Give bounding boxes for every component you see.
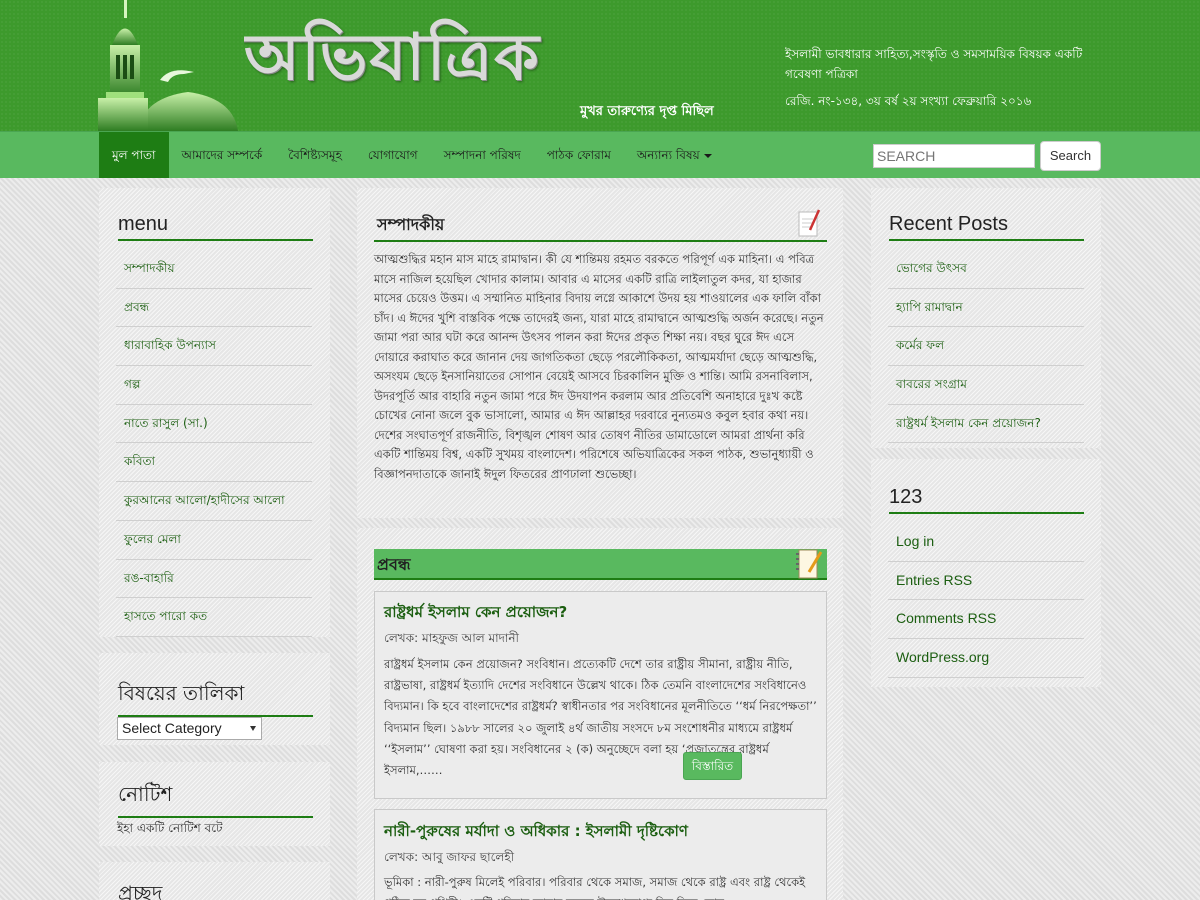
menu-item-poems[interactable]: কবিতা bbox=[116, 443, 312, 483]
recent-posts-title: Recent Posts bbox=[889, 213, 1084, 241]
recent-posts-list: ভোগের উৎসব হ্যাপি রামাদ্বান কর্মের ফল বা… bbox=[888, 250, 1084, 444]
search-button[interactable]: Search bbox=[1040, 141, 1101, 171]
site-logo-text[interactable]: অভিযাত্রিক bbox=[244, 18, 739, 98]
caret-down-icon bbox=[703, 153, 712, 158]
recent-post-link[interactable]: হ্যাপি রামাদ্বান bbox=[888, 289, 1084, 328]
post-title-link[interactable]: রাষ্ট্রধর্ম ইসলাম কেন প্রয়োজন? bbox=[384, 601, 567, 626]
nav-menu: মুল পাতা আমাদের সম্পর্কে বৈশিষ্ট্যসমূহ য… bbox=[99, 132, 725, 178]
post-author: লেখক: আবু জাফর ছালেহী bbox=[384, 850, 515, 864]
cover-widget-title: প্রচ্ছদ bbox=[118, 881, 163, 900]
menu-item-articles[interactable]: প্রবন্ধ bbox=[116, 289, 312, 328]
post-author: লেখক: মাহফুজ আল মাদানী bbox=[384, 631, 519, 645]
notice-widget-title: নোটিশ bbox=[118, 780, 313, 818]
nav-item-reader-forum[interactable]: পাঠক ফোরাম bbox=[534, 132, 624, 178]
meta-link-wordpress[interactable]: WordPress.org bbox=[888, 639, 1084, 678]
pen-paper-icon bbox=[797, 208, 823, 246]
recent-post-link[interactable]: বাবরের সংগ্রাম bbox=[888, 366, 1084, 405]
recent-post-link[interactable]: কর্মের ফল bbox=[888, 327, 1084, 367]
menu-item-quran-hadith[interactable]: কুরআনের আলো/হাদীসের আলো bbox=[116, 482, 312, 521]
nav-item-home[interactable]: মুল পাতা bbox=[99, 132, 169, 178]
nav-item-editorial-board[interactable]: সম্পাদনা পরিষদ bbox=[431, 132, 534, 178]
notebook-icon bbox=[795, 548, 823, 590]
editorial-section-title: সম্পাদকীয় bbox=[374, 209, 827, 242]
main-navbar: মুল পাতা আমাদের সম্পর্কে বৈশিষ্ট্যসমূহ য… bbox=[0, 131, 1200, 178]
post-excerpt: ভূমিকা : নারী-পুরুষ মিলেই পরিবার। পরিবার… bbox=[384, 875, 806, 900]
post-title-link[interactable]: নারী-পুরুষের মর্যাদা ও অধিকার : ইসলামী দ… bbox=[384, 820, 688, 845]
registration-info: রেজি. নং-১৩৪, ৩য় বর্ষ ২য় সংখ্যা ফেব্রু… bbox=[785, 94, 1032, 108]
site-header: অভিযাত্রিক মুখর তারুণ্যের দৃপ্ত মিছিল ইস… bbox=[0, 0, 1200, 131]
recent-post-link[interactable]: ভোগের উৎসব bbox=[888, 250, 1084, 289]
menu-item-humor[interactable]: হাসতে পারো কত bbox=[116, 598, 312, 637]
site-description: ইসলামী ভাবধারার সাহিত্য,সংস্কৃতি ও সমসাম… bbox=[785, 47, 1083, 81]
search-input[interactable] bbox=[873, 144, 1035, 168]
nav-item-other-topics-label: অন্যান্য বিষয় bbox=[636, 148, 700, 162]
mosque-logo-icon bbox=[98, 0, 238, 131]
editorial-body: আত্মশুদ্ধির মহান মাস মাহে রামাদ্বান। কী … bbox=[374, 252, 824, 481]
menu-item-serial-novel[interactable]: ধারাবাহিক উপন্যাস bbox=[116, 327, 312, 367]
post-card: নারী-পুরুষের মর্যাদা ও অধিকার : ইসলামী দ… bbox=[374, 809, 827, 900]
recent-post-link[interactable]: রাষ্ট্রধর্ম ইসলাম কেন প্রয়োজন? bbox=[888, 405, 1084, 444]
meta-link-comments-rss[interactable]: Comments RSS bbox=[888, 600, 1084, 640]
menu-item-naat[interactable]: নাতে রাসুল (সা.) bbox=[116, 405, 312, 444]
menu-item-stories[interactable]: গল্প bbox=[116, 366, 312, 405]
menu-item-colorful[interactable]: রঙ-বাহারি bbox=[116, 560, 312, 599]
meta-widget: 123 Log in Entries RSS Comments RSS Word… bbox=[871, 459, 1101, 687]
meta-widget-title: 123 bbox=[889, 486, 1084, 514]
dropdown-arrow-icon bbox=[250, 726, 256, 731]
meta-links-list: Log in Entries RSS Comments RSS WordPres… bbox=[888, 523, 1084, 678]
meta-link-entries-rss[interactable]: Entries RSS bbox=[888, 562, 1084, 601]
menu-widget-title: menu bbox=[118, 213, 313, 241]
category-menu: সম্পাদকীয় প্রবন্ধ ধারাবাহিক উপন্যাস গল্… bbox=[116, 250, 312, 637]
cover-widget: প্রচ্ছদ bbox=[99, 862, 330, 900]
notice-text: ইহা একটি নোটিশ বটে bbox=[117, 821, 223, 835]
meta-link-login[interactable]: Log in bbox=[888, 523, 1084, 562]
articles-section-title: প্রবন্ধ bbox=[374, 549, 827, 580]
menu-item-editorial[interactable]: সম্পাদকীয় bbox=[116, 250, 312, 289]
articles-title-text: প্রবন্ধ bbox=[377, 555, 411, 574]
recent-posts-widget: Recent Posts ভোগের উৎসব হ্যাপি রামাদ্বান… bbox=[871, 188, 1101, 448]
category-widget-title: বিষয়ের তালিকা bbox=[118, 679, 313, 717]
post-excerpt: রাষ্ট্রধর্ম ইসলাম কেন প্রয়োজন? সংবিধান।… bbox=[384, 657, 817, 778]
category-select-value: Select Category bbox=[122, 720, 222, 736]
nav-item-features[interactable]: বৈশিষ্ট্যসমূহ bbox=[275, 132, 355, 178]
editorial-title-text: সম্পাদকীয় bbox=[377, 215, 445, 234]
site-tagline: মুখর তারুণ্যের দৃপ্ত মিছিল bbox=[580, 104, 714, 119]
category-select[interactable]: Select Category bbox=[117, 717, 262, 740]
nav-item-contact[interactable]: যোগাযোগ bbox=[355, 132, 431, 178]
read-more-button[interactable]: বিস্তারিত bbox=[683, 752, 742, 780]
nav-item-about[interactable]: আমাদের সম্পর্কে bbox=[169, 132, 276, 178]
menu-widget: menu সম্পাদকীয় প্রবন্ধ ধারাবাহিক উপন্যা… bbox=[99, 188, 330, 637]
nav-item-other-topics[interactable]: অন্যান্য বিষয় bbox=[624, 132, 725, 178]
post-card: রাষ্ট্রধর্ম ইসলাম কেন প্রয়োজন? লেখক: মা… bbox=[374, 591, 827, 799]
menu-item-flower-fair[interactable]: ফুলের মেলা bbox=[116, 521, 312, 560]
